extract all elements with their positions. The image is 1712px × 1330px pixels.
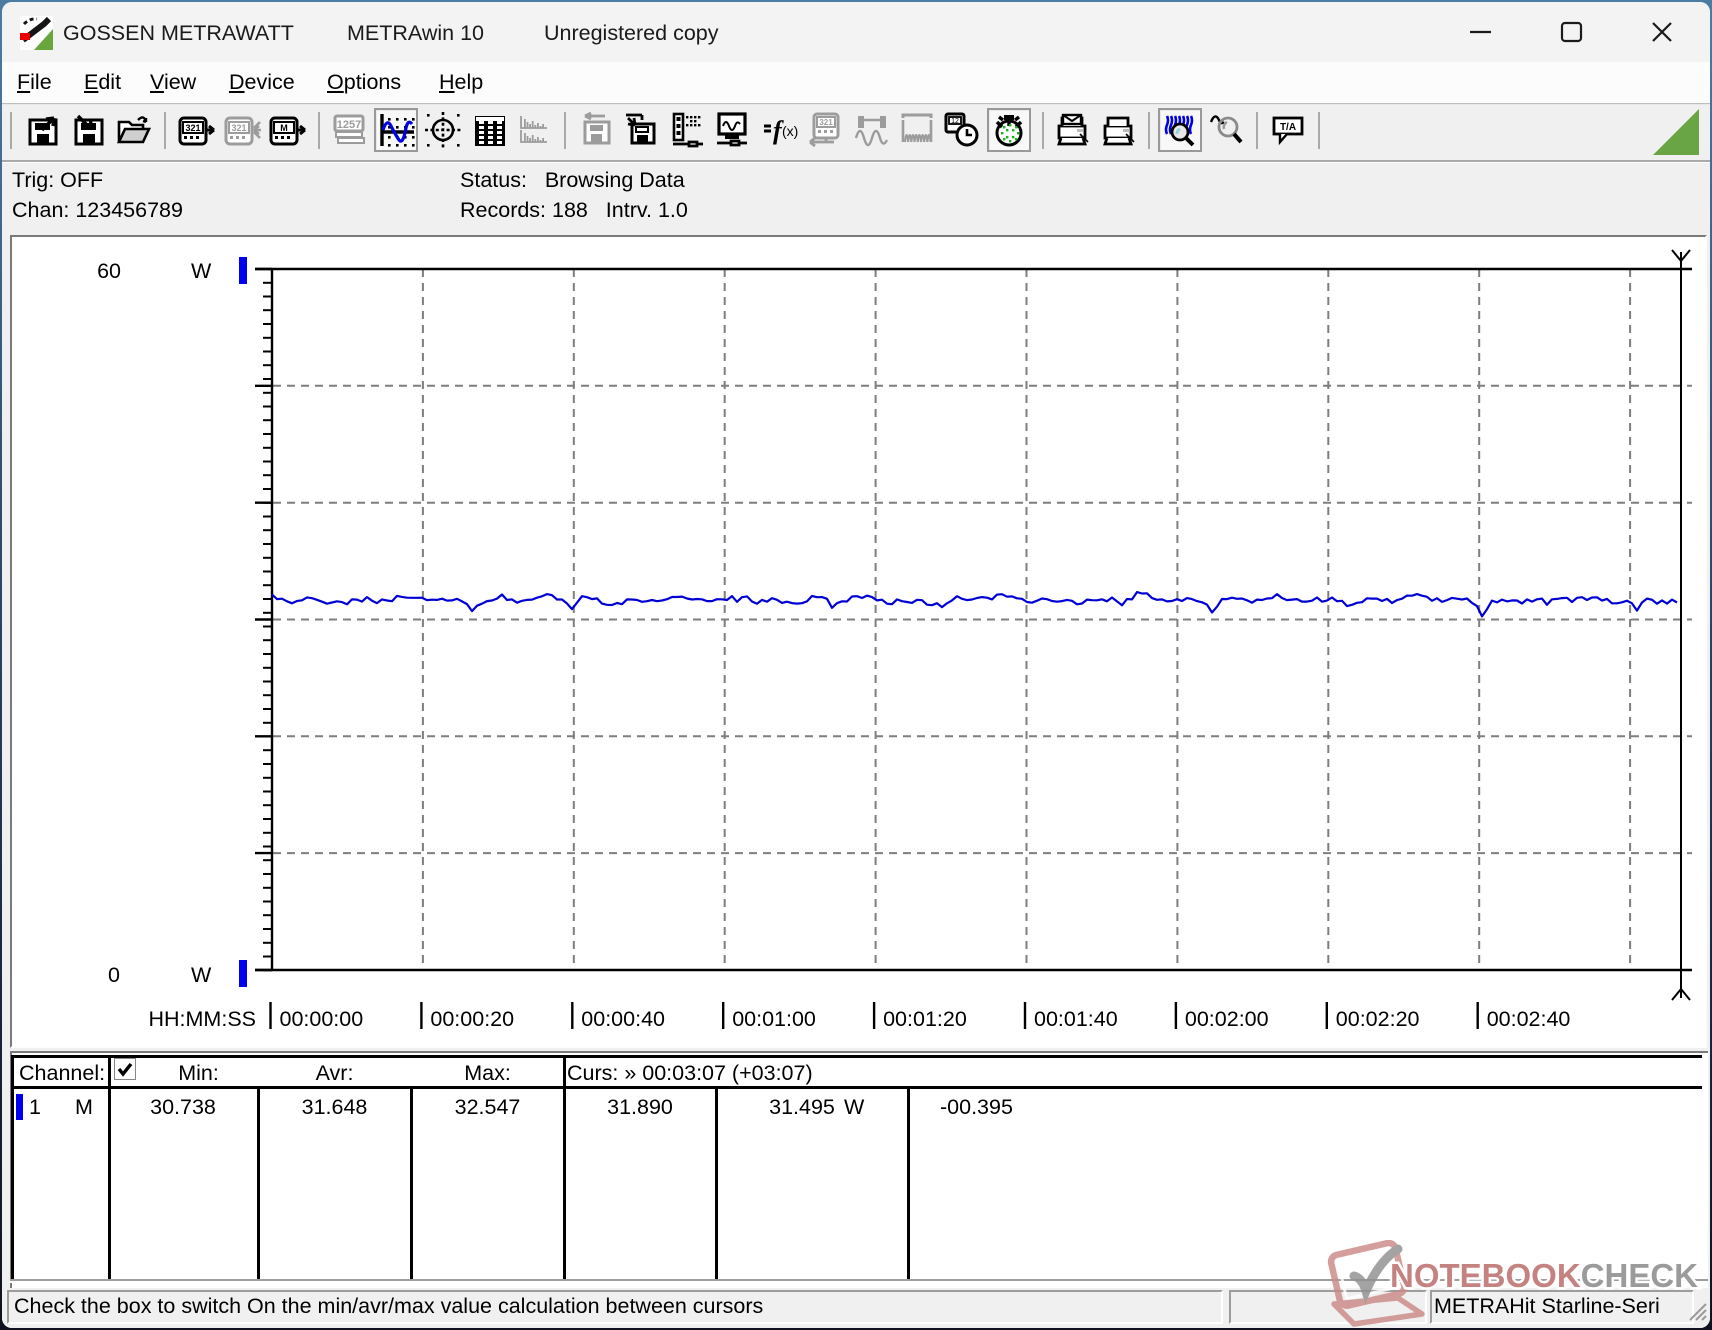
svg-text:HH:MM:SS: HH:MM:SS bbox=[149, 1007, 257, 1031]
svg-text:M: M bbox=[280, 123, 288, 133]
svg-text:NOTEBOOKCHECK: NOTEBOOKCHECK bbox=[1390, 1257, 1698, 1294]
svg-text:1257: 1257 bbox=[337, 119, 361, 131]
svg-text:T/A: T/A bbox=[1280, 122, 1296, 133]
svg-text:12: 12 bbox=[951, 118, 959, 125]
svg-text:00:00:00: 00:00:00 bbox=[280, 1007, 364, 1031]
svg-text:00:00:40: 00:00:40 bbox=[581, 1007, 665, 1031]
svg-text:(x): (x) bbox=[782, 123, 798, 139]
svg-text:00:02:20: 00:02:20 bbox=[1336, 1007, 1420, 1031]
svg-text:321: 321 bbox=[819, 118, 833, 127]
svg-text:00:00:20: 00:00:20 bbox=[430, 1007, 514, 1031]
svg-text:W: W bbox=[191, 259, 212, 283]
svg-text:00:01:00: 00:01:00 bbox=[732, 1007, 816, 1031]
svg-text:321: 321 bbox=[185, 123, 200, 133]
svg-text:00:02:00: 00:02:00 bbox=[1185, 1007, 1269, 1031]
svg-text:00:02:40: 00:02:40 bbox=[1487, 1007, 1571, 1031]
svg-text:321: 321 bbox=[231, 123, 246, 133]
svg-text:0: 0 bbox=[108, 963, 120, 987]
svg-text:W: W bbox=[191, 963, 212, 987]
svg-text:00:01:40: 00:01:40 bbox=[1034, 1007, 1118, 1031]
svg-text:60: 60 bbox=[97, 259, 121, 283]
svg-text:00:01:20: 00:01:20 bbox=[883, 1007, 967, 1031]
